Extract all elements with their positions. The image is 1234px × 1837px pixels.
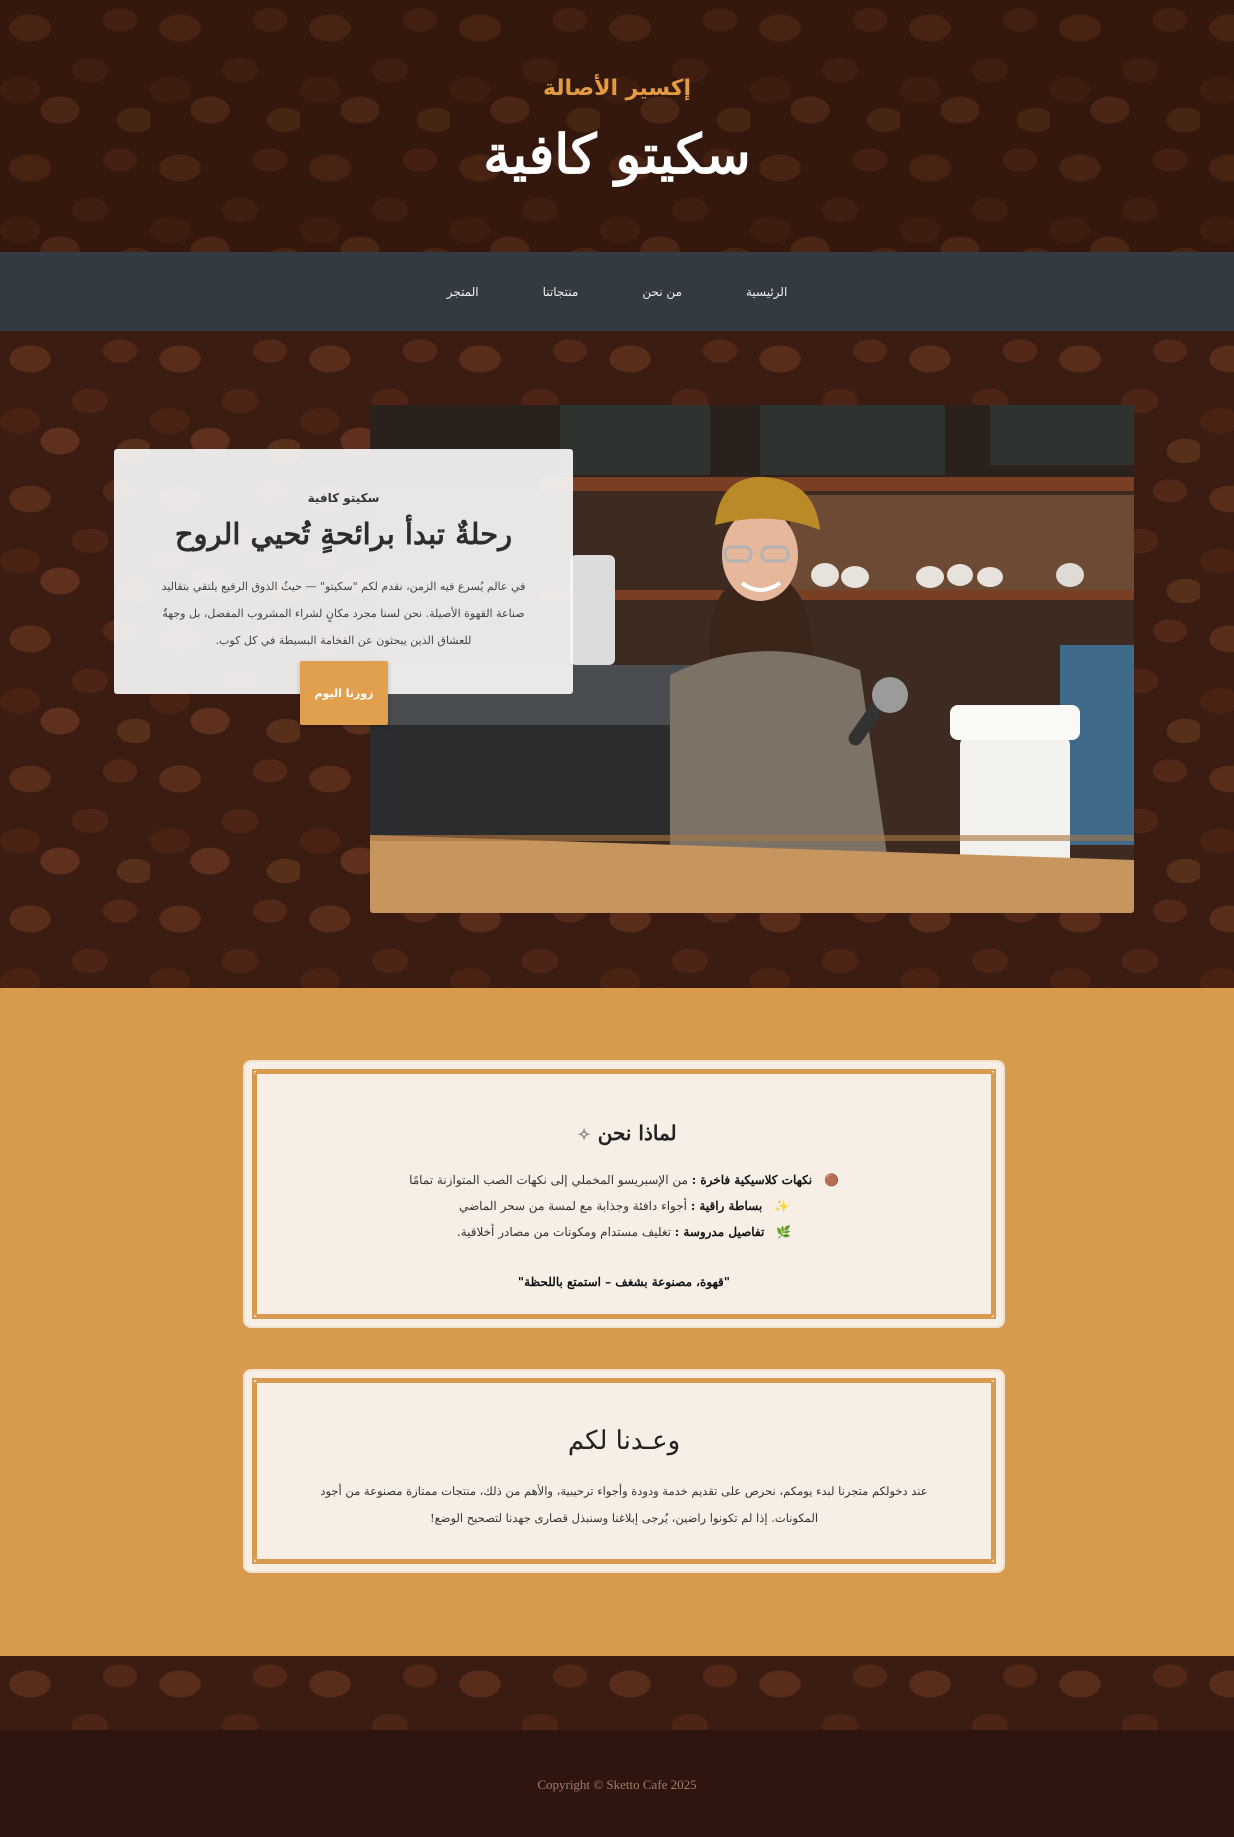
visit-us-button[interactable]: زورنا اليوم [300,661,388,725]
header-tagline: إكسير الأصالة [542,76,692,101]
hero-headline: رحلةٌ تبدأ برائحةٍ تُحيي الروح [174,517,513,551]
nav-item-home[interactable]: الرئيسية [714,285,819,299]
main-nav: الرئيسية من نحن منتجاتنا المتجر [0,252,1234,331]
nav-item-about[interactable]: من نحن [610,285,714,299]
promise-panel: وعـدنا لكم عند دخولكم متجرنا لبدء يومكم،… [245,1371,1003,1571]
hero-card: سكيتو كافية رحلةٌ تبدأ برائحةٍ تُحيي الر… [114,449,573,694]
why-us-title: لماذا نحن ✧ [248,1121,1000,1145]
promise-panel-border [254,1380,994,1562]
why-us-title-text: لماذا نحن [597,1121,677,1145]
beans-divider [0,1656,1234,1730]
promise-title: وعـدنا لكم [567,1426,681,1456]
sparkle-icon: ✧ [577,1125,591,1144]
hero-section: سكيتو كافية رحلةٌ تبدأ برائحةٍ تُحيي الر… [0,331,1234,988]
site-header: إكسير الأصالة سكيتو كافية [0,0,1234,252]
hero-kicker: سكيتو كافية [307,491,380,505]
site-brand-title: سكيتو كافية [483,122,751,186]
site-footer: Copyright © Sketto Cafe 2025 [0,1730,1234,1837]
nav-item-store[interactable]: المتجر [415,285,511,299]
why-us-panel-border [254,1071,994,1317]
hero-description: في عالم يُسرع فيه الزمن، نقدم لكم "سكيتو… [161,580,526,647]
why-us-panel: لماذا نحن ✧ 🟤 نكهات كلاسيكية فاخرة : من … [245,1062,1003,1326]
nav-item-products[interactable]: منتجاتنا [511,285,611,299]
copyright-text: Copyright © Sketto Cafe 2025 [537,1777,697,1792]
info-section: لماذا نحن ✧ 🟤 نكهات كلاسيكية فاخرة : من … [0,988,1234,1656]
